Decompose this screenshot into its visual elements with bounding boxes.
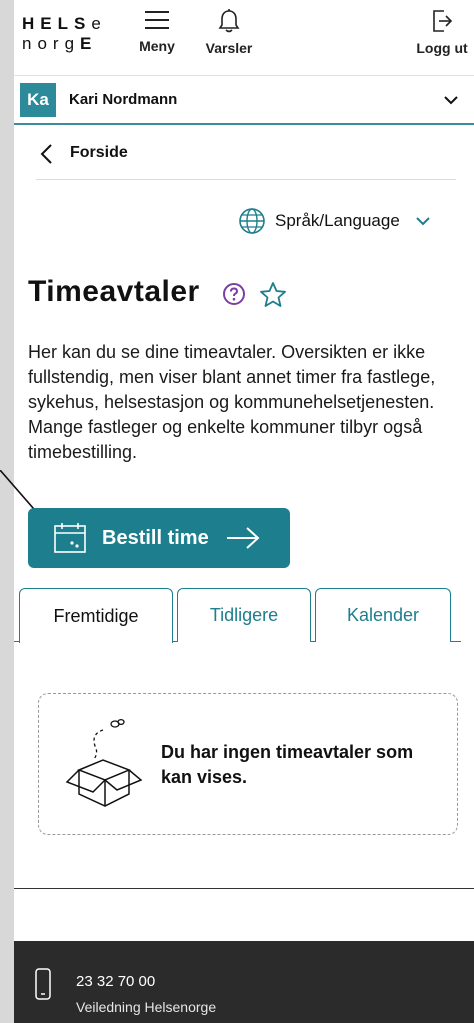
empty-box-icon [65,718,143,807]
user-name: Kari Nordmann [69,91,178,108]
helsenorge-logo[interactable]: HELSe norgE [22,14,107,54]
chevron-down-icon [444,96,458,105]
logout-button[interactable]: Logg ut [414,8,470,72]
phone-icon [35,968,51,1000]
chevron-left-icon [40,144,52,164]
bell-icon [218,9,240,33]
star-icon[interactable] [258,280,288,310]
arrow-right-icon [226,527,260,549]
book-appointment-button[interactable]: Bestill time [28,508,290,568]
logo-line-2: norgE [22,34,98,53]
footer-subtitle: Veiledning Helsenorge [76,999,217,1015]
avatar: Ka [20,83,56,117]
globe-icon [239,208,265,234]
tab-calendar[interactable]: Kalender [315,588,451,642]
help-icon[interactable] [222,282,246,306]
intro-text: Her kan du se dine timeavtaler. Oversikt… [28,342,436,462]
breadcrumb: Forside [36,140,456,180]
language-label: Språk/Language [275,211,400,230]
hamburger-icon [145,11,169,29]
site-header: HELSe norgE Meny Varsler Logg ut [14,0,474,76]
menu-button[interactable]: Meny [132,8,182,72]
book-appointment-label: Bestill time [102,526,209,549]
chevron-down-icon [416,217,430,226]
page-title: Timeavtaler [28,275,200,308]
footer-phone-link[interactable]: 23 32 70 00 [76,973,155,990]
appointment-tabs: Fremtidige Tidligere Kalender [14,588,474,643]
empty-state-message: Du har ingen timeavtaler som kan vises. [161,742,414,787]
breadcrumb-back-link[interactable]: Forside [70,144,128,162]
logo-line-1: HELSe [22,14,107,33]
tab-label: Tidligere [209,605,279,625]
empty-state: Du har ingen timeavtaler som kan vises. [38,693,458,835]
section-divider [14,888,474,889]
site-footer: 23 32 70 00 Veiledning Helsenorge [14,941,474,1023]
tab-past[interactable]: Tidligere [177,588,311,642]
alerts-button[interactable]: Varsler [199,8,259,72]
tab-upcoming[interactable]: Fremtidige [19,588,173,643]
logout-icon [433,10,453,32]
alerts-label: Varsler [205,40,253,56]
tab-label: Kalender [346,605,420,625]
language-selector[interactable]: Språk/Language [237,205,432,237]
logout-label: Logg ut [416,40,468,56]
calendar-icon [54,523,86,553]
user-switcher[interactable]: Ka Kari Nordmann [14,77,474,125]
menu-label: Meny [139,38,175,54]
tab-label: Fremtidige [53,605,139,626]
